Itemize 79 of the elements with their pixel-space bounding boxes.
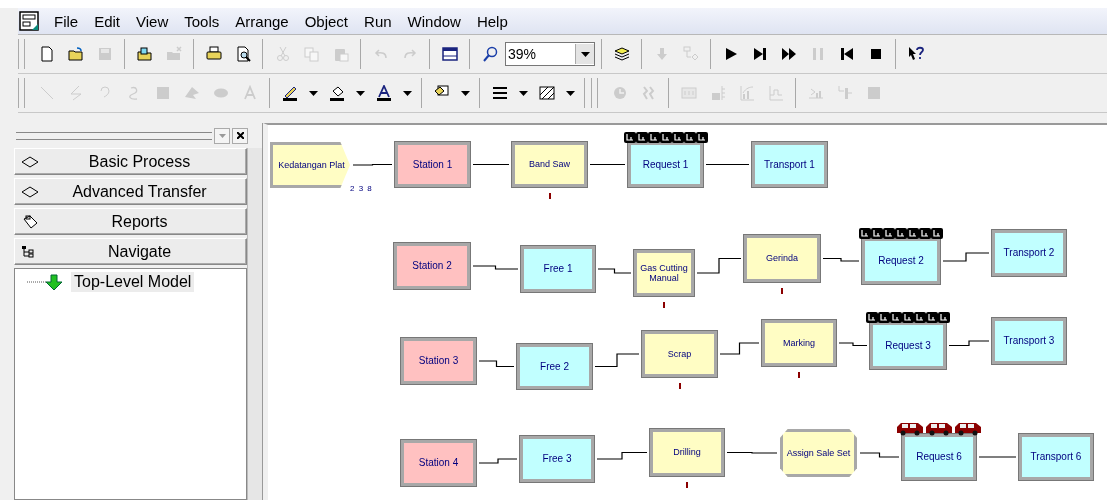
route-module[interactable]: Transport 3 xyxy=(992,318,1066,364)
process-module[interactable]: Gas Cutting Manual xyxy=(634,250,694,296)
process-module[interactable]: Gerinda xyxy=(744,235,820,282)
connector-line xyxy=(596,451,648,460)
create-module[interactable]: Kedatangan Plat xyxy=(270,142,350,188)
toolbar-grip[interactable] xyxy=(591,78,598,108)
menu-item[interactable]: File xyxy=(46,12,87,30)
menu-item[interactable]: Help xyxy=(468,12,516,30)
route-module[interactable]: Free 1 xyxy=(521,246,595,292)
panel-tab[interactable]: Reports xyxy=(14,208,248,235)
scrollbar[interactable] xyxy=(247,148,262,500)
tree-item[interactable]: Top-Level Model xyxy=(71,272,195,292)
assign-module[interactable]: Assign Sale Set xyxy=(780,429,857,477)
queue-mark xyxy=(686,482,688,488)
entity-counter: 2 3 8 xyxy=(350,184,373,193)
connector-line xyxy=(472,265,519,270)
close-icon xyxy=(236,132,244,139)
request-module[interactable]: Request 3 xyxy=(870,322,946,369)
truck-icon xyxy=(954,423,981,436)
panel-tab[interactable]: Advanced Transfer xyxy=(14,178,248,205)
menu-item[interactable]: Object xyxy=(296,12,357,30)
process-module[interactable]: Band Saw xyxy=(512,142,587,187)
connector-line xyxy=(478,360,515,368)
clipboard-icon xyxy=(21,214,39,229)
connector-line xyxy=(589,163,626,166)
route-module[interactable]: Transport 1 xyxy=(752,142,827,187)
toolbar-grip[interactable] xyxy=(18,78,25,108)
connector-line xyxy=(726,451,778,454)
connector-line xyxy=(472,163,510,166)
request-module[interactable]: Request 1 xyxy=(628,142,703,187)
route-module[interactable]: Free 3 xyxy=(520,436,594,482)
truck-icon xyxy=(925,423,952,436)
queue-mark xyxy=(678,383,681,389)
connector-line xyxy=(696,257,742,274)
toolbar-grip[interactable] xyxy=(18,39,25,69)
connector-line xyxy=(719,342,760,355)
menu-item[interactable]: View xyxy=(128,12,177,30)
connector-line xyxy=(478,458,518,464)
station-module[interactable]: Station 3 xyxy=(401,338,476,384)
process-module[interactable]: Drilling xyxy=(650,429,724,476)
menu-item[interactable]: Edit xyxy=(86,12,129,30)
request-module[interactable]: Request 6 xyxy=(902,434,976,480)
station-module[interactable]: Station 2 xyxy=(394,243,470,289)
connector-line xyxy=(942,252,990,262)
request-module[interactable]: Request 2 xyxy=(862,238,940,284)
menu-item[interactable]: Tools xyxy=(176,12,228,30)
close-button[interactable] xyxy=(232,127,248,144)
connector-line xyxy=(594,353,640,368)
panel-tab[interactable]: Basic Process xyxy=(14,148,248,175)
queue-mark xyxy=(781,288,783,294)
dropdown-arrow-icon xyxy=(218,133,226,138)
zoom-combo-box[interactable]: 39% xyxy=(505,42,595,66)
queue-mark xyxy=(798,372,800,378)
menu-item[interactable]: Run xyxy=(356,12,400,30)
route-module[interactable]: Transport 6 xyxy=(1019,434,1093,480)
connector-line xyxy=(948,340,990,347)
queue-mark xyxy=(663,302,665,308)
connector-line xyxy=(838,342,868,347)
station-module[interactable]: Station 1 xyxy=(395,142,470,187)
menu-item[interactable]: Arrange xyxy=(227,12,297,30)
queue-mark xyxy=(548,193,551,199)
app-icon xyxy=(18,10,40,32)
truck-icon xyxy=(896,423,923,436)
diamond-icon xyxy=(21,184,39,199)
connector-line xyxy=(597,268,632,274)
connector-line xyxy=(859,452,900,458)
process-module[interactable]: Marking xyxy=(762,320,836,366)
route-module[interactable]: Free 2 xyxy=(517,344,592,389)
connector-line xyxy=(352,163,393,166)
diamond-icon xyxy=(21,154,39,169)
process-module[interactable]: Scrap xyxy=(642,331,717,377)
panel-grip[interactable] xyxy=(16,131,212,140)
connector-line xyxy=(822,257,860,262)
menu-item[interactable]: Window xyxy=(399,12,469,30)
station-module[interactable]: Station 4 xyxy=(401,440,476,486)
route-module[interactable]: Transport 2 xyxy=(992,230,1066,276)
connector-line xyxy=(705,163,750,166)
panel-tab[interactable]: Navigate xyxy=(14,238,248,265)
connector-line xyxy=(978,456,1017,458)
